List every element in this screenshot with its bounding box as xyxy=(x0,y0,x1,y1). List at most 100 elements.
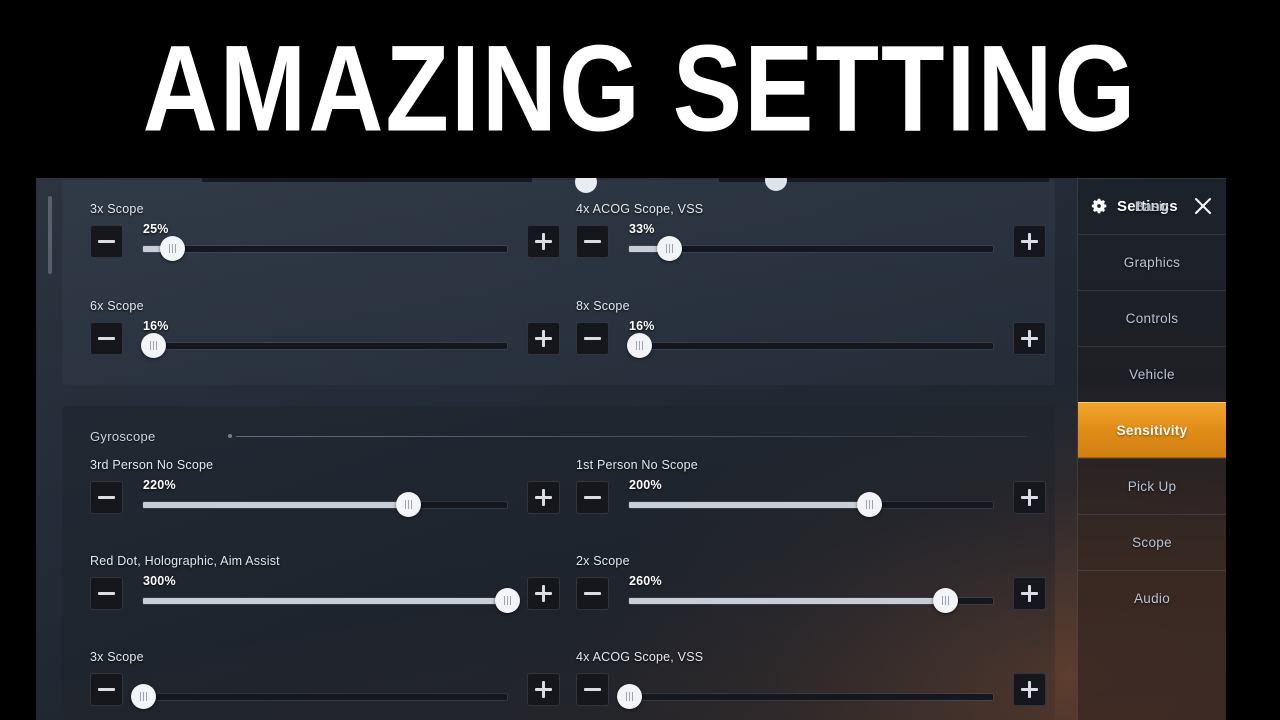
sensitivity-row: 2x Scope 260% xyxy=(576,554,1046,613)
sensitivity-row-label: Red Dot, Holographic, Aim Assist xyxy=(90,554,280,568)
slider-track[interactable] xyxy=(143,694,507,700)
increase-button[interactable] xyxy=(1013,481,1046,514)
sensitivity-control: 300% xyxy=(90,574,560,613)
knob-grip-icon xyxy=(864,500,874,509)
slider-track[interactable] xyxy=(629,246,993,252)
sensitivity-slider[interactable] xyxy=(616,673,993,709)
sidebar-menu-list: Basic Graphics Controls Vehicle Sensitivity P… xyxy=(1078,178,1226,626)
decrease-button[interactable] xyxy=(576,481,609,514)
sidebar-item-label: Vehicle xyxy=(1129,367,1175,382)
sensitivity-row-label: 2x Scope xyxy=(576,554,630,568)
clipped-slider-knob-left[interactable] xyxy=(575,178,597,193)
sidebar-item-scope[interactable]: Scope xyxy=(1078,514,1226,570)
sensitivity-value: 220% xyxy=(143,478,176,492)
decrease-button[interactable] xyxy=(90,225,123,258)
slider-knob[interactable] xyxy=(656,236,682,261)
increase-button[interactable] xyxy=(527,322,560,355)
sidebar-item-label: Basic xyxy=(1134,199,1170,214)
gyroscope-section-header: Gyroscope xyxy=(90,428,1027,444)
sensitivity-row: 3x Scope 25% xyxy=(90,202,560,261)
sensitivity-row-label: 3x Scope xyxy=(90,202,144,216)
knob-grip-icon xyxy=(138,692,148,701)
gyroscope-sensitivity-panel: Gyroscope 3rd Person No Scope 220% 1st Per… xyxy=(62,406,1055,720)
sidebar-item-basic[interactable]: Basic xyxy=(1078,178,1226,234)
plus-icon-v xyxy=(542,330,545,347)
sensitivity-slider[interactable]: 260% xyxy=(629,574,993,613)
decrease-button[interactable] xyxy=(90,322,123,355)
increase-button[interactable] xyxy=(527,225,560,258)
slider-track[interactable] xyxy=(143,598,507,604)
section-header-label: Gyroscope xyxy=(90,428,156,444)
decrease-button[interactable] xyxy=(576,673,609,706)
sensitivity-slider[interactable]: 33% xyxy=(629,222,993,261)
decrease-button[interactable] xyxy=(576,322,609,355)
minus-icon xyxy=(584,240,601,243)
content-scrollbar[interactable] xyxy=(48,196,52,274)
minus-icon xyxy=(98,337,115,340)
slider-knob[interactable] xyxy=(627,333,653,358)
knob-grip-icon xyxy=(149,341,159,350)
increase-button[interactable] xyxy=(1013,673,1046,706)
decrease-button[interactable] xyxy=(90,577,123,610)
slider-track[interactable] xyxy=(143,502,507,508)
sensitivity-slider[interactable]: 16% xyxy=(627,319,993,358)
sidebar-item-graphics[interactable]: Graphics xyxy=(1078,234,1226,290)
slider-knob[interactable] xyxy=(130,684,156,709)
sidebar-item-sensitivity[interactable]: Sensitivity xyxy=(1078,402,1226,458)
sidebar-item-label: Sensitivity xyxy=(1116,422,1188,438)
sensitivity-slider[interactable]: 25% xyxy=(143,222,507,261)
slider-knob[interactable] xyxy=(159,236,185,261)
slider-knob[interactable] xyxy=(141,333,167,358)
sensitivity-slider[interactable] xyxy=(130,673,507,709)
sensitivity-control: 16% xyxy=(90,319,560,358)
sidebar-item-pick-up[interactable]: Pick Up xyxy=(1078,458,1226,514)
increase-button[interactable] xyxy=(1013,225,1046,258)
slider-track[interactable] xyxy=(629,343,993,349)
decrease-button[interactable] xyxy=(90,673,123,706)
sensitivity-slider[interactable]: 220% xyxy=(143,478,507,517)
slider-track[interactable] xyxy=(143,246,507,252)
slider-fill xyxy=(143,502,409,508)
slider-knob[interactable] xyxy=(856,492,882,517)
sidebar-item-audio[interactable]: Audio xyxy=(1078,570,1226,626)
knob-grip-icon xyxy=(502,596,512,605)
minus-icon xyxy=(584,688,601,691)
increase-button[interactable] xyxy=(1013,322,1046,355)
increase-button[interactable] xyxy=(527,577,560,610)
sensitivity-row: Red Dot, Holographic, Aim Assist 300% xyxy=(90,554,560,613)
increase-button[interactable] xyxy=(527,673,560,706)
knob-grip-icon xyxy=(404,500,414,509)
slider-track[interactable] xyxy=(629,694,993,700)
sensitivity-slider[interactable]: 200% xyxy=(629,478,993,517)
right-letterbox xyxy=(1226,178,1280,720)
slider-knob[interactable] xyxy=(933,588,959,613)
slider-knob[interactable] xyxy=(494,588,520,613)
sensitivity-value: 33% xyxy=(629,222,655,236)
minus-icon xyxy=(98,496,115,499)
sidebar-item-controls[interactable]: Controls xyxy=(1078,290,1226,346)
increase-button[interactable] xyxy=(1013,577,1046,610)
slider-track[interactable] xyxy=(143,343,507,349)
sidebar-item-vehicle[interactable]: Vehicle xyxy=(1078,346,1226,402)
slider-knob[interactable] xyxy=(616,684,642,709)
decrease-button[interactable] xyxy=(90,481,123,514)
slider-fill xyxy=(629,598,946,604)
scope-sensitivity-panel: 3x Scope 25% 4x ACOG Scope, VSS 33% 6x Scope… xyxy=(62,178,1055,385)
section-header-rule xyxy=(235,435,1027,437)
slider-fill xyxy=(143,598,507,604)
sensitivity-slider[interactable]: 16% xyxy=(141,319,507,358)
sensitivity-row-label: 3rd Person No Scope xyxy=(90,458,214,472)
clipped-slider-knob-right[interactable] xyxy=(765,178,787,191)
sensitivity-control xyxy=(576,673,1046,709)
sensitivity-slider[interactable]: 300% xyxy=(143,574,520,613)
sensitivity-control: 200% xyxy=(576,478,1046,517)
decrease-button[interactable] xyxy=(576,577,609,610)
decrease-button[interactable] xyxy=(576,225,609,258)
sensitivity-row: 3x Scope xyxy=(90,650,560,709)
plus-icon-v xyxy=(1028,330,1031,347)
knob-grip-icon xyxy=(664,244,674,253)
slider-knob[interactable] xyxy=(396,492,422,517)
increase-button[interactable] xyxy=(527,481,560,514)
slider-track[interactable] xyxy=(629,502,993,508)
sensitivity-row-label: 3x Scope xyxy=(90,650,144,664)
